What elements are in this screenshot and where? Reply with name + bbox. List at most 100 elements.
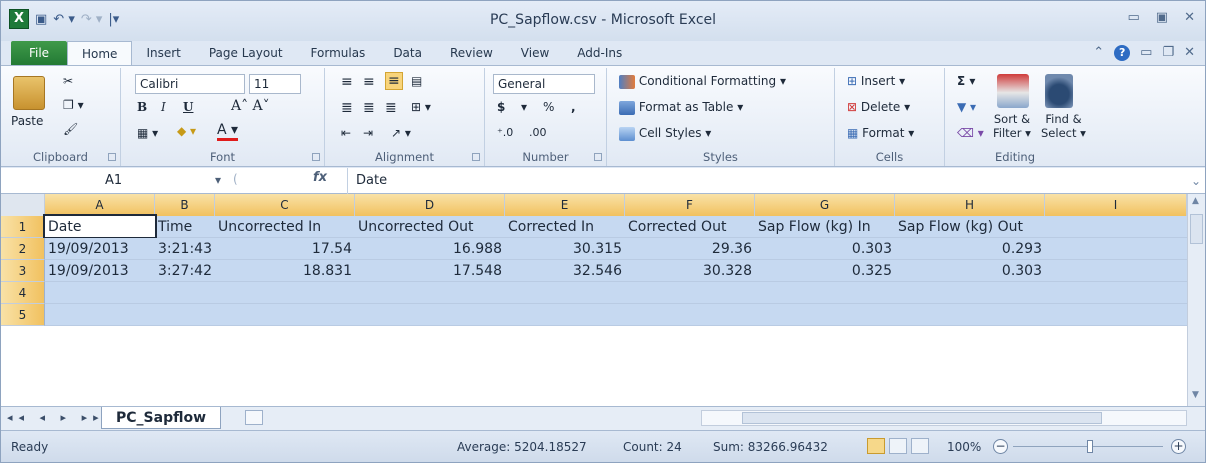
zoom-level[interactable]: 100% (947, 440, 981, 454)
insert-cells-button[interactable]: ⊞ Insert ▾ (847, 74, 905, 88)
cell-h2[interactable]: 0.293 (895, 238, 1045, 259)
cell-a2[interactable]: 19/09/2013 (45, 238, 155, 259)
italic-button[interactable]: I (161, 100, 166, 114)
cell-c5[interactable] (215, 304, 355, 325)
close-icon[interactable]: ✕ (1184, 10, 1195, 25)
paste-icon[interactable] (13, 76, 45, 110)
cell-a4[interactable] (45, 282, 155, 303)
column-header-b[interactable]: B (155, 194, 215, 216)
font-name-combo[interactable]: Calibri (135, 74, 245, 94)
tab-formulas[interactable]: Formulas (297, 41, 380, 65)
grow-font-icon[interactable]: A˄ A˅ (231, 98, 270, 114)
cell-e2[interactable]: 30.315 (505, 238, 625, 259)
bold-button[interactable]: B (137, 100, 147, 114)
cut-icon[interactable]: ✂ (63, 74, 73, 88)
insert-sheet-icon[interactable] (245, 410, 263, 425)
cell-a5[interactable] (45, 304, 155, 325)
number-format-combo[interactable]: General (493, 74, 595, 94)
fill-icon[interactable]: ▼ ▾ (957, 100, 976, 114)
tab-review[interactable]: Review (436, 41, 507, 65)
clear-icon[interactable]: ⌫ ▾ (957, 126, 984, 140)
cell-i5[interactable] (1045, 304, 1187, 325)
tab-data[interactable]: Data (379, 41, 436, 65)
cell-styles-button[interactable]: Cell Styles ▾ (619, 126, 711, 141)
cell-g5[interactable] (755, 304, 895, 325)
cell-d3[interactable]: 17.548 (355, 260, 505, 281)
currency-dropdown-icon[interactable]: ▾ (521, 100, 527, 114)
workbook-minimize-icon[interactable]: ▭ (1140, 41, 1152, 65)
cell-f2[interactable]: 29.36 (625, 238, 755, 259)
cell-c4[interactable] (215, 282, 355, 303)
zoom-slider-thumb[interactable] (1087, 440, 1093, 453)
tab-home[interactable]: Home (67, 41, 133, 65)
minimize-ribbon-icon[interactable]: ⌃ (1093, 41, 1104, 65)
cell-f1[interactable]: Corrected Out (625, 216, 755, 237)
merge-center-icon[interactable]: ⊞ ▾ (411, 100, 431, 114)
percent-button[interactable]: % (543, 100, 554, 114)
decrease-indent-icon[interactable]: ⇤ (341, 126, 351, 140)
borders-icon[interactable]: ▦ ▾ (137, 126, 158, 140)
cell-b3[interactable]: 3:27:42 (155, 260, 215, 281)
font-size-combo[interactable]: 11 (249, 74, 301, 94)
maximize-icon[interactable]: ▣ (1156, 10, 1168, 25)
currency-button[interactable]: $ (497, 100, 505, 114)
column-header-c[interactable]: C (215, 194, 355, 216)
copy-icon[interactable]: ❐ ▾ (63, 98, 84, 112)
cell-f4[interactable] (625, 282, 755, 303)
cell-g1[interactable]: Sap Flow (kg) In (755, 216, 895, 237)
alignment-dialog-launcher-icon[interactable] (472, 153, 480, 161)
row-header-5[interactable]: 5 (1, 304, 45, 326)
align-center-icon[interactable]: ≣ (363, 100, 375, 116)
align-middle-icon[interactable]: ≡ (363, 74, 375, 90)
page-break-preview-icon[interactable] (911, 438, 929, 454)
expand-formula-bar-icon[interactable]: ⌄ (1191, 174, 1201, 188)
column-header-d[interactable]: D (355, 194, 505, 216)
tab-view[interactable]: View (507, 41, 563, 65)
underline-button[interactable]: U (183, 100, 193, 114)
number-dialog-launcher-icon[interactable] (594, 153, 602, 161)
cell-a3[interactable]: 19/09/2013 (45, 260, 155, 281)
vertical-scroll-thumb[interactable] (1190, 214, 1203, 244)
format-as-table-button[interactable]: Format as Table ▾ (619, 100, 743, 115)
normal-view-icon[interactable] (867, 438, 885, 454)
format-painter-icon[interactable]: 🖌 (63, 122, 78, 136)
clipboard-dialog-launcher-icon[interactable] (108, 153, 116, 161)
column-header-g[interactable]: G (755, 194, 895, 216)
autosum-button[interactable]: Σ ▾ (957, 74, 975, 88)
page-layout-view-icon[interactable] (889, 438, 907, 454)
zoom-in-icon[interactable]: + (1171, 439, 1186, 454)
workbook-close-icon[interactable]: ✕ (1184, 41, 1195, 65)
cell-d1[interactable]: Uncorrected Out (355, 216, 505, 237)
sheet-navigation-icon[interactable]: ◂◂ ◂ ▸ ▸▸ (7, 411, 105, 424)
tab-page-layout[interactable]: Page Layout (195, 41, 297, 65)
column-header-i[interactable]: I (1045, 194, 1187, 216)
format-cells-button[interactable]: ▦ Format ▾ (847, 126, 914, 140)
column-header-h[interactable]: H (895, 194, 1045, 216)
vertical-scrollbar[interactable]: ▲ ▼ (1187, 194, 1205, 406)
delete-cells-button[interactable]: ⊠ Delete ▾ (847, 100, 910, 114)
cell-i1[interactable] (1045, 216, 1187, 237)
cell-d2[interactable]: 16.988 (355, 238, 505, 259)
column-header-a[interactable]: A (45, 194, 155, 216)
cell-a1[interactable]: Date (43, 214, 157, 239)
conditional-formatting-button[interactable]: Conditional Formatting ▾ (619, 74, 786, 89)
horizontal-scrollbar[interactable] (701, 410, 1187, 426)
name-box-dropdown-icon[interactable]: ▾ (215, 173, 221, 187)
cell-c2[interactable]: 17.54 (215, 238, 355, 259)
horizontal-scroll-thumb[interactable] (742, 412, 1102, 424)
row-header-3[interactable]: 3 (1, 260, 45, 282)
font-color-icon[interactable]: A ▾ (217, 122, 239, 141)
comma-button[interactable]: , (571, 100, 576, 114)
cell-h4[interactable] (895, 282, 1045, 303)
font-dialog-launcher-icon[interactable] (312, 153, 320, 161)
cell-e1[interactable]: Corrected In (505, 216, 625, 237)
scroll-up-icon[interactable]: ▲ (1192, 196, 1199, 206)
cell-c1[interactable]: Uncorrected In (215, 216, 355, 237)
sheet-tab-pc-sapflow[interactable]: PC_Sapflow (101, 407, 222, 429)
tab-add-ins[interactable]: Add-Ins (563, 41, 636, 65)
align-right-icon[interactable]: ≣ (385, 100, 397, 116)
row-header-4[interactable]: 4 (1, 282, 45, 304)
decrease-decimal-icon[interactable]: .00 (529, 126, 547, 139)
cell-i3[interactable] (1045, 260, 1187, 281)
orientation-icon[interactable]: ↗ ▾ (391, 126, 411, 140)
